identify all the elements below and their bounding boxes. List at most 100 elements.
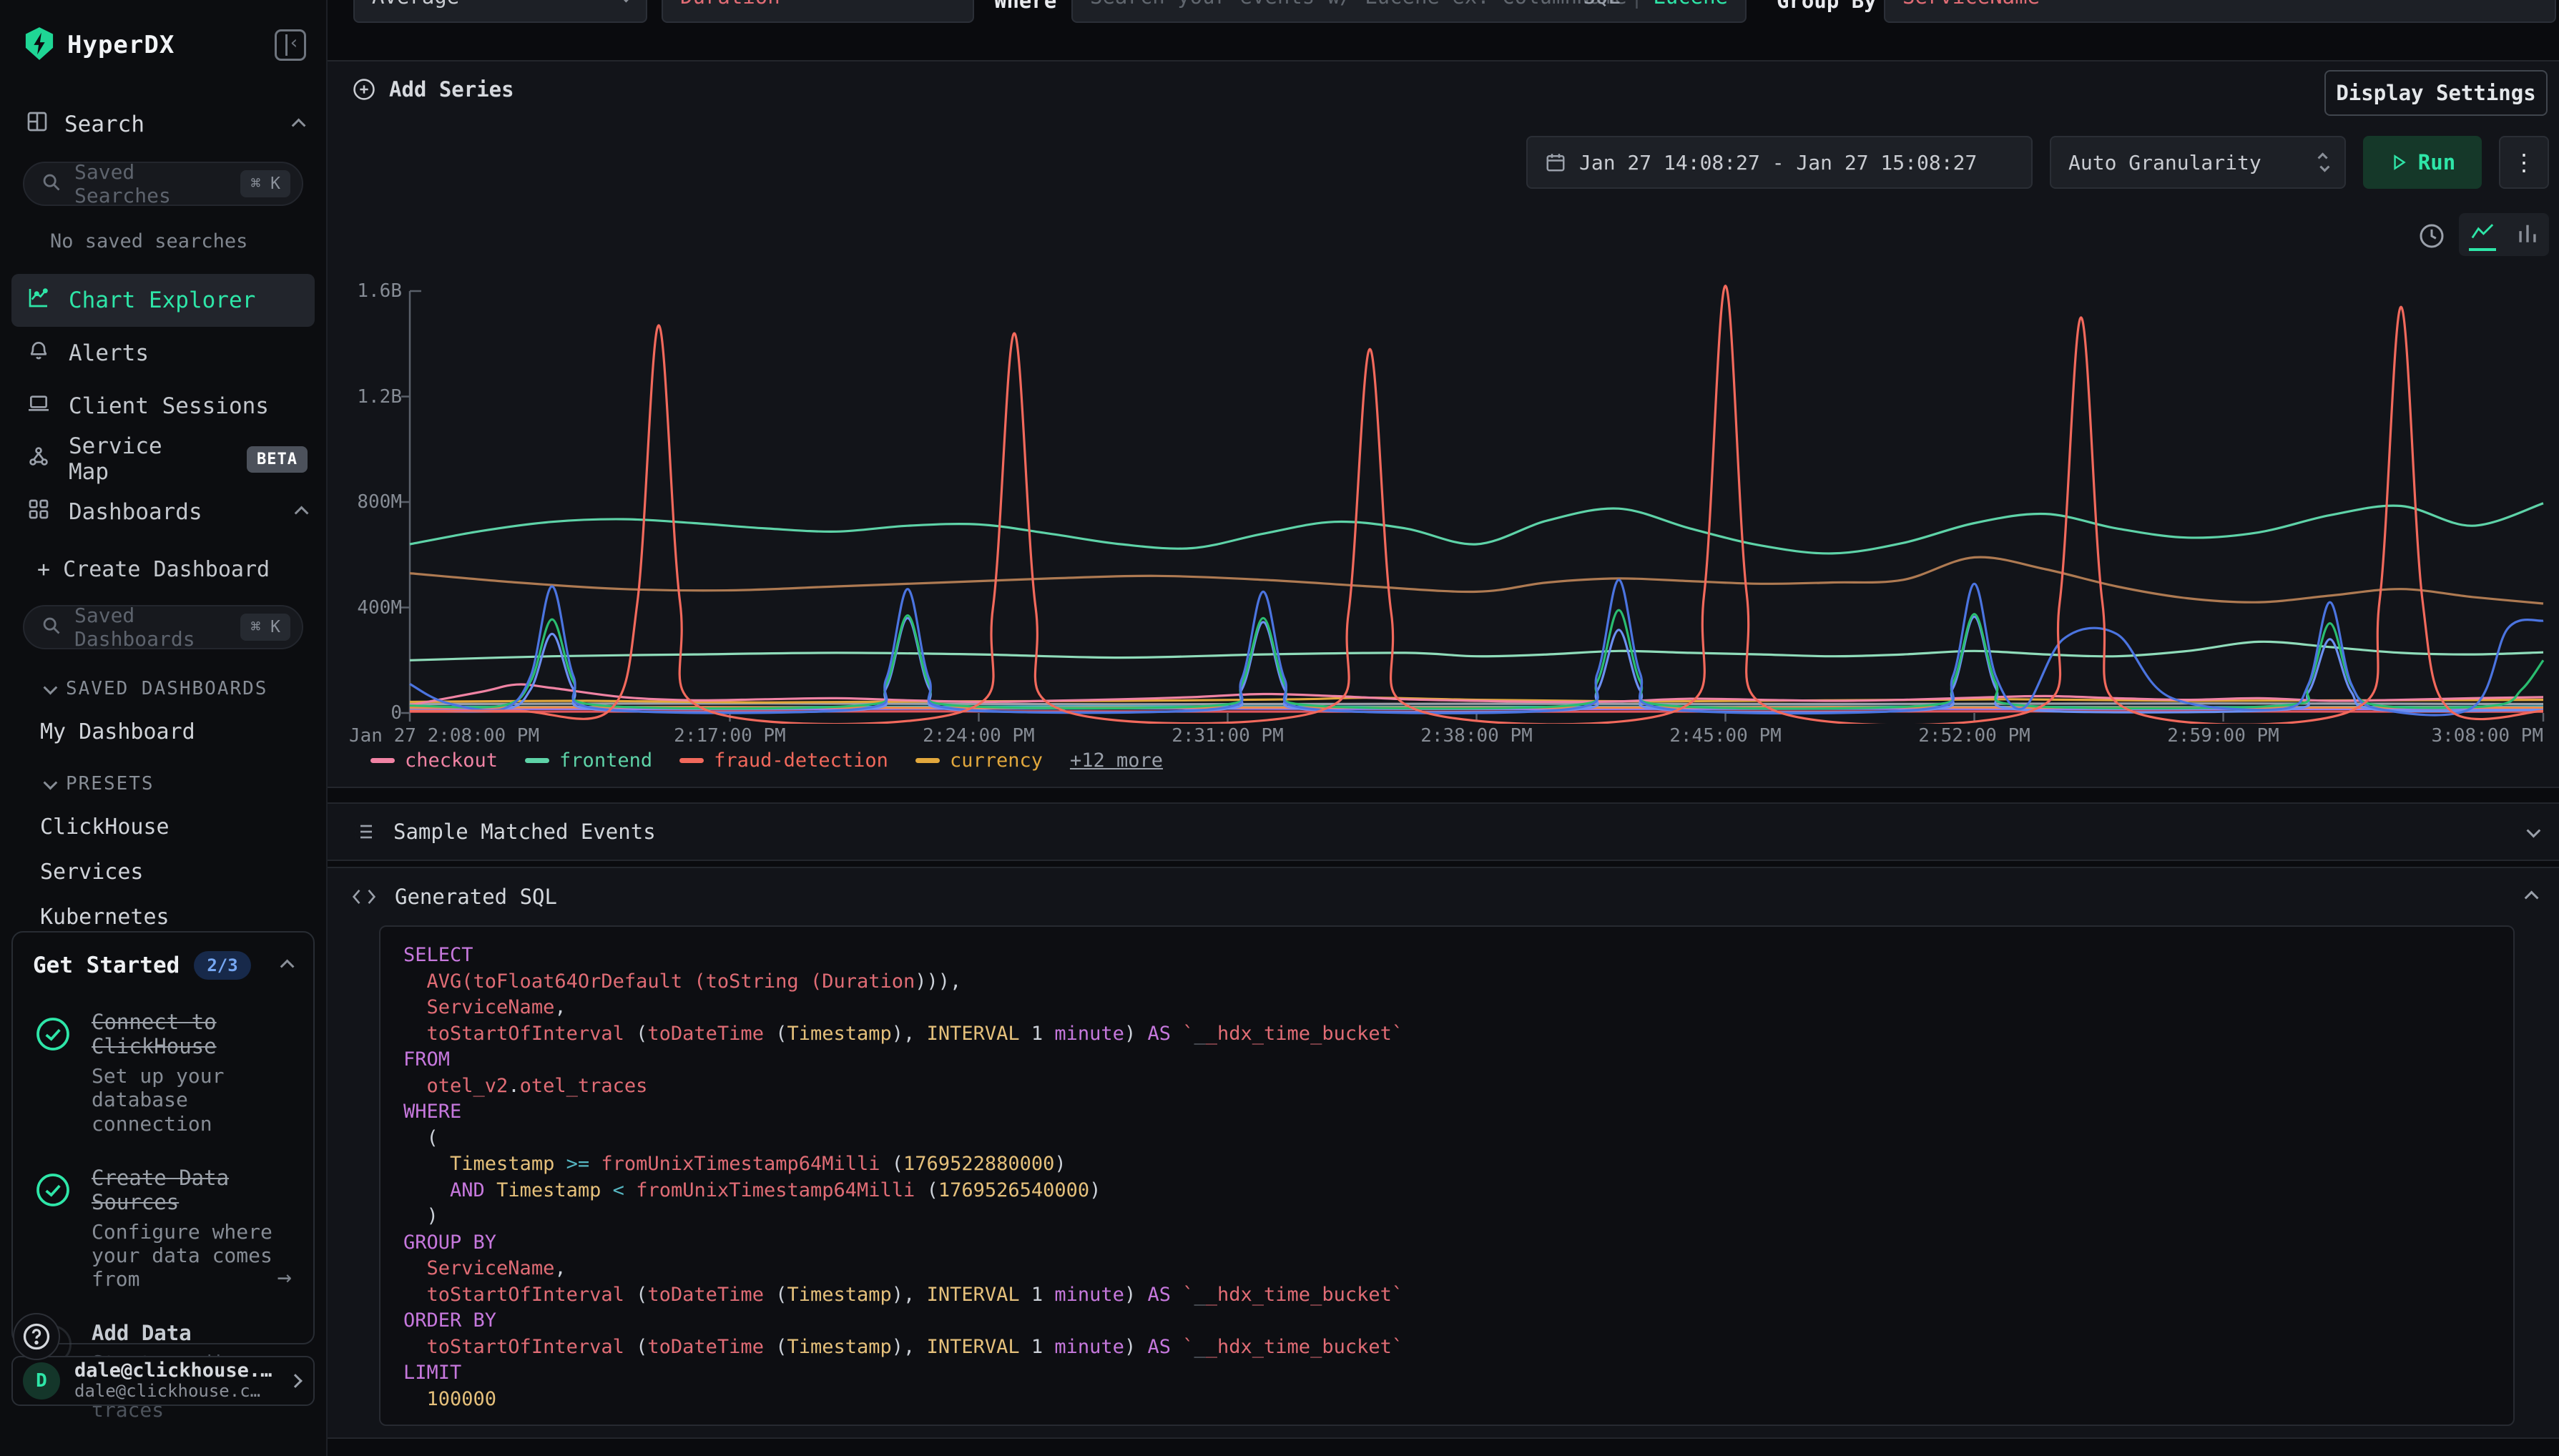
user-name: dale@clickhouse.… [74, 1360, 276, 1382]
shortcut-badge: ⌘ K [240, 170, 290, 197]
legend-item[interactable]: fraud-detection [679, 749, 888, 772]
timeseries-plot[interactable] [386, 284, 2546, 724]
saved-dashboards-group-header[interactable]: SAVED DASHBOARDS [44, 678, 326, 699]
add-series-button[interactable]: Add Series [352, 77, 514, 102]
saved-dashboards-placeholder: Saved Dashboards [74, 604, 227, 651]
laptop-icon [27, 392, 50, 420]
saved-dashboards-input[interactable]: Saved Dashboards ⌘ K [23, 605, 303, 649]
x-tick-label: 2:17:00 PM [674, 725, 786, 747]
display-settings-button[interactable]: Display Settings [2324, 70, 2548, 116]
create-dashboard-button[interactable]: + Create Dashboard [37, 557, 326, 582]
series-frontend [410, 503, 2543, 554]
search-icon [41, 616, 62, 639]
updown-chevron-icon [2320, 153, 2327, 172]
x-tick-label: 2:45:00 PM [1669, 725, 1782, 747]
display-settings-label: Display Settings [2336, 81, 2535, 105]
group-by-value: ServiceName [1902, 0, 2040, 9]
list-icon [352, 820, 375, 843]
saved-searches-input[interactable]: Saved Searches ⌘ K [23, 162, 303, 206]
user-email: dale@clickhouse.c… [74, 1381, 276, 1402]
lucene-toggle[interactable]: Lucene [1653, 0, 1728, 9]
service-map-icon [27, 445, 50, 473]
field-input[interactable]: Duration [662, 0, 974, 23]
group-header-label: SAVED DASHBOARDS [66, 678, 267, 699]
sidebar-item-dashboards[interactable]: Dashboards [0, 486, 326, 538]
sidebar: HyperDX Search Saved Searches ⌘ K No sav… [0, 0, 328, 1456]
generated-sql-header[interactable]: Generated SQL [352, 868, 2538, 925]
sidebar-item-label: Alerts [69, 340, 149, 366]
legend-more-link[interactable]: +12 more [1070, 749, 1163, 772]
group-by-input[interactable]: ServiceName [1884, 0, 2556, 23]
chevron-down-icon [44, 776, 58, 790]
group-header-label: PRESETS [66, 773, 154, 795]
legend-swatch [525, 758, 549, 763]
preset-item-clickhouse[interactable]: ClickHouse [40, 815, 326, 840]
chevron-right-icon [288, 1374, 303, 1388]
bar-chart-icon[interactable] [2515, 222, 2540, 247]
dashboard-item-my-dashboard[interactable]: My Dashboard [40, 719, 326, 744]
date-range-input[interactable]: Jan 27 14:08:27 - Jan 27 15:08:27 [1526, 136, 2033, 189]
line-chart-icon[interactable] [2469, 218, 2496, 251]
beta-badge: BETA [247, 446, 308, 473]
chevron-down-icon [44, 681, 58, 695]
x-tick-label: 2:59:00 PM [2167, 725, 2279, 747]
search-section-icon [26, 110, 49, 139]
calendar-icon [1545, 152, 1566, 173]
sidebar-collapse-icon[interactable] [275, 29, 306, 61]
search-events-placeholder: Search your events w/ Lucene ex: ColumnN… [1090, 0, 1627, 9]
sql-code[interactable]: SELECT AVG(toFloat64OrDefault (toString … [379, 925, 2515, 1426]
more-menu-button[interactable]: ⋮ [2499, 136, 2549, 189]
bell-icon [27, 339, 50, 368]
run-label: Run [2418, 150, 2455, 174]
help-button[interactable] [13, 1313, 60, 1360]
arrow-right-icon[interactable]: → [277, 1263, 292, 1292]
preset-item-kubernetes[interactable]: Kubernetes [40, 905, 326, 930]
sidebar-item-label: Client Sessions [69, 393, 269, 419]
task-title: Create Data Sources [92, 1166, 313, 1214]
granularity-select[interactable]: Auto Granularity [2050, 136, 2346, 189]
legend-item[interactable]: checkout [370, 749, 498, 772]
sidebar-item-label: Dashboards [69, 499, 202, 525]
sidebar-item-client-sessions[interactable]: Client Sessions [0, 380, 326, 433]
logo-row: HyperDX [0, 0, 326, 63]
legend-item[interactable]: currency [915, 749, 1043, 772]
legend-swatch [679, 758, 704, 763]
get-started-title: Get Started [33, 953, 180, 978]
get-started-item-sources[interactable]: Create Data Sources Configure where your… [33, 1166, 293, 1292]
chevron-down-icon [2527, 824, 2541, 838]
presets-group-header[interactable]: PRESETS [44, 773, 326, 795]
sample-events-panel[interactable]: Sample Matched Events [328, 802, 2559, 861]
chevron-up-icon [2525, 891, 2539, 905]
chevron-up-icon [292, 119, 306, 133]
kebab-menu-icon: ⋮ [2513, 149, 2535, 176]
sql-toggle[interactable]: SQL [1583, 0, 1620, 9]
play-icon [2389, 153, 2408, 172]
sidebar-item-chart-explorer[interactable]: Chart Explorer [11, 274, 315, 327]
x-tick-label: 2:38:00 PM [1420, 725, 1533, 747]
field-value: Duration [680, 0, 780, 9]
search-section-label: Search [64, 112, 144, 137]
get-started-card: Get Started 2/3 Connect to ClickHouse Se… [11, 931, 315, 1344]
date-range-value: Jan 27 14:08:27 - Jan 27 15:08:27 [1579, 151, 1977, 174]
time-alignment-icon[interactable] [2417, 222, 2446, 253]
task-title: Add Data [92, 1321, 313, 1345]
chevron-up-icon[interactable] [280, 960, 295, 974]
sample-events-title: Sample Matched Events [393, 820, 656, 844]
x-tick-label: 3:08:00 PM [2431, 725, 2543, 747]
search-section-header[interactable]: Search [0, 110, 326, 139]
legend-item[interactable]: frontend [525, 749, 652, 772]
toggle-divider: | [1631, 0, 1643, 9]
shortcut-badge: ⌘ K [240, 614, 290, 641]
chart-type-toggle [2459, 213, 2549, 256]
aggregation-select[interactable]: Average [353, 0, 647, 23]
hyperdx-app: HyperDX Search Saved Searches ⌘ K No sav… [0, 0, 2559, 1456]
user-menu[interactable]: D dale@clickhouse.… dale@clickhouse.c… [11, 1356, 315, 1406]
chevron-down-icon [619, 0, 634, 2]
preset-item-services[interactable]: Services [40, 860, 326, 885]
search-events-input[interactable]: Search your events w/ Lucene ex: ColumnN… [1071, 0, 1747, 23]
run-button[interactable]: Run [2363, 136, 2482, 189]
sidebar-item-service-map[interactable]: Service Map BETA [0, 433, 326, 486]
plus-circle-icon [352, 77, 376, 102]
get-started-item-connect[interactable]: Connect to ClickHouse Set up your databa… [33, 1010, 293, 1136]
sidebar-item-alerts[interactable]: Alerts [0, 327, 326, 380]
